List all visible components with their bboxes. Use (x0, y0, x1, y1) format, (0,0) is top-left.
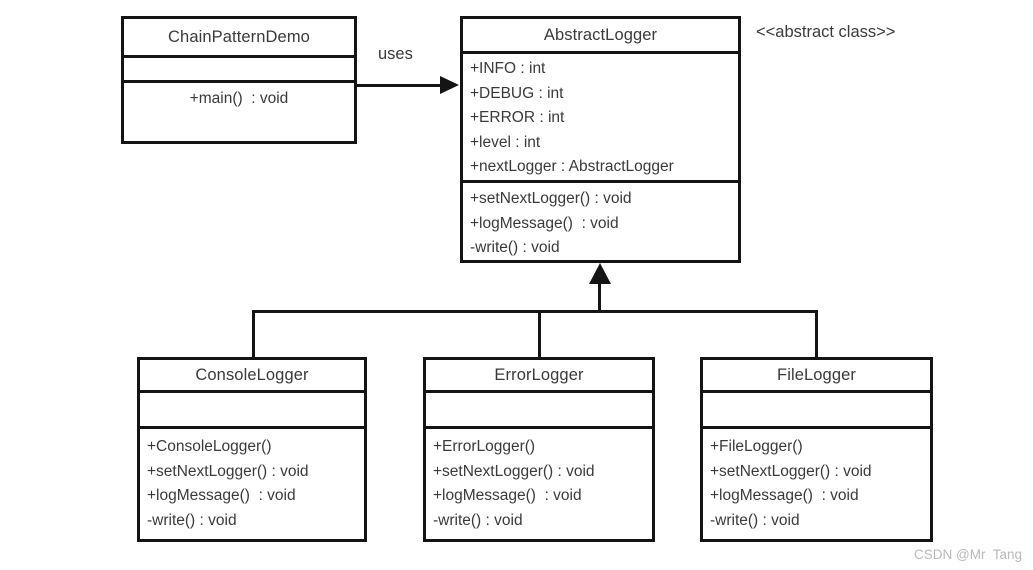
operation-row: +logMessage() : void (710, 487, 859, 504)
class-name-filelogger: FileLogger (703, 360, 930, 393)
uses-relation-label: uses (378, 45, 413, 63)
operation-row: -write() : void (470, 239, 560, 256)
class-box-consolelogger[interactable]: ConsoleLogger +ConsoleLogger() +setNextL… (137, 357, 367, 542)
class-box-filelogger[interactable]: FileLogger +FileLogger() +setNextLogger(… (700, 357, 933, 542)
class-operations-errorlogger: +ErrorLogger() +setNextLogger() : void +… (426, 429, 652, 536)
uses-arrowhead-icon (440, 76, 459, 94)
stereotype-label-abstract-class: <<abstract class>> (756, 23, 896, 41)
class-box-errorlogger[interactable]: ErrorLogger +ErrorLogger() +setNextLogge… (423, 357, 655, 542)
class-name-errorlogger: ErrorLogger (426, 360, 652, 393)
attribute-row: +level : int (470, 133, 541, 151)
class-name-chainpatterndemo: ChainPatternDemo (124, 19, 354, 58)
class-operations-chainpatterndemo: +main() : void (124, 83, 354, 115)
operation-row: -write() : void (710, 511, 800, 529)
generalization-drop-consolelogger (252, 310, 255, 357)
operation-row: +ErrorLogger() (433, 438, 536, 455)
class-name-consolelogger: ConsoleLogger (140, 360, 364, 393)
class-box-chainpatterndemo[interactable]: ChainPatternDemo +main() : void (121, 16, 357, 144)
class-attributes-consolelogger (140, 393, 364, 429)
uses-connector-line (357, 84, 441, 87)
uml-diagram-canvas: ChainPatternDemo +main() : void uses Abs… (0, 0, 1033, 570)
generalization-arrowhead-icon (589, 263, 611, 284)
operation-row: -write() : void (147, 511, 237, 529)
attribute-row: +ERROR : int (470, 109, 565, 126)
watermark-label: CSDN @Mr Tang (914, 547, 1022, 562)
operation-row: +setNextLogger() : void (433, 462, 595, 480)
operation-row: +main() : void (189, 90, 289, 107)
class-operations-abstractlogger: +setNextLogger() : void +logMessage() : … (463, 183, 738, 264)
class-attributes-filelogger (703, 393, 930, 429)
class-attributes-errorlogger (426, 393, 652, 429)
operation-row: +setNextLogger() : void (147, 462, 309, 480)
class-attributes-chainpatterndemo (124, 58, 354, 83)
generalization-drop-filelogger (815, 310, 818, 357)
operation-row: +setNextLogger() : void (710, 462, 872, 480)
class-box-abstractlogger[interactable]: AbstractLogger +INFO : int +DEBUG : int … (460, 16, 741, 263)
attribute-row: +nextLogger : AbstractLogger (470, 158, 674, 175)
class-operations-consolelogger: +ConsoleLogger() +setNextLogger() : void… (140, 429, 364, 536)
operation-row: +logMessage() : void (470, 214, 619, 232)
operation-row: +FileLogger() (710, 438, 803, 455)
generalization-stem-line (598, 282, 601, 313)
operation-row: +setNextLogger() : void (470, 190, 632, 207)
operation-row: +logMessage() : void (147, 487, 296, 504)
generalization-drop-errorlogger (538, 310, 541, 357)
class-attributes-abstractlogger: +INFO : int +DEBUG : int +ERROR : int +l… (463, 54, 738, 183)
operation-row: -write() : void (433, 511, 523, 529)
class-operations-filelogger: +FileLogger() +setNextLogger() : void +l… (703, 429, 930, 536)
operation-row: +ConsoleLogger() (147, 438, 272, 455)
generalization-bus-line (252, 310, 818, 313)
attribute-row: +INFO : int (470, 60, 546, 77)
operation-row: +logMessage() : void (433, 487, 582, 504)
class-name-abstractlogger: AbstractLogger (463, 19, 738, 54)
attribute-row: +DEBUG : int (470, 84, 564, 102)
